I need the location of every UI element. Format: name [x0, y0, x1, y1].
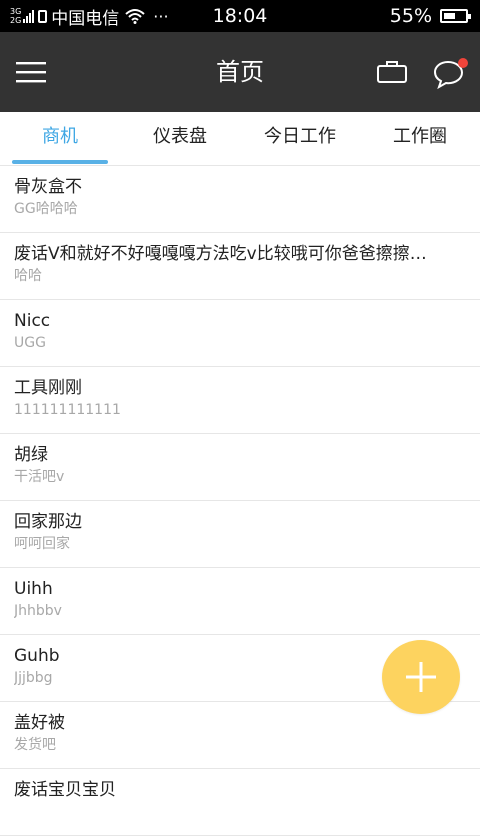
list-item[interactable]: 废话V和就好不好嘎嘎嘎方法吃v比较哦可你爸爸擦擦… 哈哈 — [0, 233, 480, 300]
list-item[interactable]: 工具刚刚 111111111111 — [0, 367, 480, 434]
battery-icon — [440, 9, 471, 23]
tab-opportunities[interactable]: 商机 — [0, 112, 120, 165]
status-bar: 3G 2G 中国电信 ··· 18:04 55% — [0, 0, 480, 32]
item-subtitle: 干活吧v — [14, 469, 65, 485]
item-subtitle: 111111111111 — [14, 402, 121, 418]
item-title: Nicc — [14, 311, 51, 331]
menu-button[interactable] — [16, 58, 48, 86]
item-title: 工具刚刚 — [14, 378, 82, 398]
tab-dashboard[interactable]: 仪表盘 — [120, 112, 240, 165]
list-item[interactable]: Nicc UGG — [0, 300, 480, 367]
tab-work-circle[interactable]: 工作圈 — [360, 112, 480, 165]
tab-today-work[interactable]: 今日工作 — [240, 112, 360, 165]
item-subtitle: 发货吧 — [14, 737, 56, 753]
app-bar: 首页 — [0, 32, 480, 112]
battery-percent: 55% — [389, 5, 432, 27]
item-title: 回家那边 — [14, 512, 82, 532]
briefcase-icon — [377, 61, 407, 83]
menu-icon — [16, 62, 46, 83]
notification-dot — [458, 58, 468, 68]
chat-icon — [433, 58, 468, 90]
item-title: 盖好被 — [14, 713, 65, 733]
list-item[interactable]: 废话宝贝宝贝 — [0, 769, 480, 836]
item-title: 骨灰盒不 — [14, 177, 82, 197]
tab-bar: 商机 仪表盘 今日工作 工作圈 — [0, 112, 480, 166]
briefcase-button[interactable] — [376, 58, 410, 86]
list-item[interactable]: 回家那边 呵呵回家 — [0, 501, 480, 568]
list-item[interactable]: Uihh Jhhbbv — [0, 568, 480, 635]
messages-button[interactable] — [432, 56, 470, 90]
item-title: Uihh — [14, 579, 53, 599]
item-subtitle: 哈哈 — [14, 268, 42, 284]
item-title: 废话V和就好不好嘎嘎嘎方法吃v比较哦可你爸爸擦擦… — [14, 244, 427, 264]
item-title: 废话宝贝宝贝 — [14, 780, 116, 800]
item-subtitle: Jhhbbv — [14, 603, 62, 619]
item-subtitle: UGG — [14, 335, 46, 351]
list-item[interactable]: 骨灰盒不 GG哈哈哈 — [0, 166, 480, 233]
list-item[interactable]: 胡绿 干活吧v — [0, 434, 480, 501]
add-button[interactable] — [382, 640, 460, 714]
item-subtitle: 呵呵回家 — [14, 536, 70, 552]
opportunity-list: 骨灰盒不 GG哈哈哈 废话V和就好不好嘎嘎嘎方法吃v比较哦可你爸爸擦擦… 哈哈 … — [0, 166, 480, 836]
status-right: 55% — [389, 0, 471, 32]
battery-fill — [444, 13, 455, 19]
item-subtitle: GG哈哈哈 — [14, 201, 78, 217]
item-title: 胡绿 — [14, 445, 48, 465]
plus-icon — [406, 662, 436, 692]
active-tab-indicator — [12, 160, 108, 164]
